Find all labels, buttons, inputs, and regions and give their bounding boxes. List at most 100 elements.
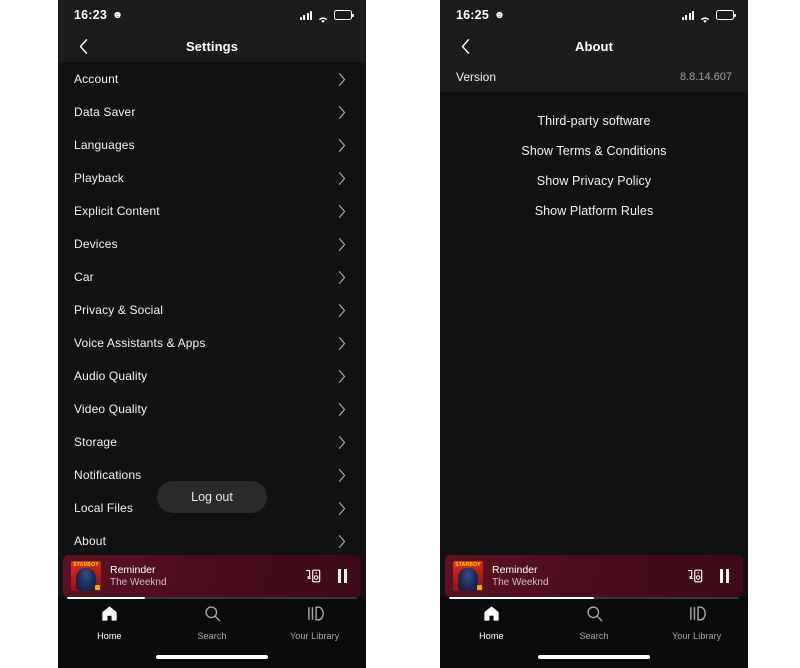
about-link-platform-rules[interactable]: Show Platform Rules xyxy=(440,196,748,226)
tab-your-library-label: Your Library xyxy=(289,631,340,641)
phone-screen-settings: 16:23 ☻ Settings Account Data Saver Lang… xyxy=(58,0,366,668)
tab-your-library[interactable]: Your Library xyxy=(645,604,748,641)
now-playing-controls xyxy=(687,568,734,584)
about-link-terms-conditions[interactable]: Show Terms & Conditions xyxy=(440,136,748,166)
library-icon xyxy=(687,604,707,628)
status-bar: 16:23 ☻ xyxy=(58,0,366,30)
settings-row-label: Devices xyxy=(74,236,118,251)
about-link-privacy-policy[interactable]: Show Privacy Policy xyxy=(440,166,748,196)
playback-progress-bar[interactable] xyxy=(449,597,739,599)
now-playing-artist: The Weeknd xyxy=(110,577,167,588)
settings-row-label: Languages xyxy=(74,137,135,152)
settings-row-languages[interactable]: Languages xyxy=(58,128,366,161)
bottom-tab-bar: Home Search Your Library xyxy=(440,597,748,645)
album-art: STARBOY xyxy=(453,561,483,591)
tab-search-label: Search xyxy=(579,631,609,641)
navigation-header: About xyxy=(440,30,748,62)
back-button[interactable] xyxy=(454,35,476,57)
cellular-signal-icon xyxy=(299,10,312,20)
settings-row-label: Video Quality xyxy=(74,401,148,416)
tab-home[interactable]: Home xyxy=(58,604,161,641)
home-indicator xyxy=(58,645,366,668)
battery-low-icon xyxy=(334,10,354,20)
tab-your-library[interactable]: Your Library xyxy=(263,604,366,641)
now-playing-metadata: Reminder The Weeknd xyxy=(492,564,678,588)
home-icon xyxy=(100,604,119,628)
now-playing-controls xyxy=(305,568,352,584)
smiley-face-icon: ☻ xyxy=(111,8,124,21)
logout-button[interactable]: Log out xyxy=(157,481,267,513)
playback-progress-fill xyxy=(449,597,594,599)
chevron-right-icon xyxy=(338,270,350,284)
cellular-signal-icon xyxy=(681,10,694,20)
status-bar-right xyxy=(299,10,354,23)
chevron-right-icon xyxy=(338,72,350,86)
settings-list: Account Data Saver Languages Playback Ex… xyxy=(58,62,366,555)
wifi-icon xyxy=(699,11,711,23)
bottom-tab-bar: Home Search Your Library xyxy=(58,597,366,645)
status-bar-right xyxy=(681,10,736,23)
settings-row-video-quality[interactable]: Video Quality xyxy=(58,392,366,425)
settings-row-playback[interactable]: Playback xyxy=(58,161,366,194)
now-playing-track-title: Reminder xyxy=(110,564,156,576)
library-icon xyxy=(305,604,325,628)
tab-home-label: Home xyxy=(479,631,504,641)
settings-row-label: Explicit Content xyxy=(74,203,160,218)
tab-home[interactable]: Home xyxy=(440,604,543,641)
status-bar-clock: 16:25 xyxy=(456,8,489,22)
settings-row-data-saver[interactable]: Data Saver xyxy=(58,95,366,128)
about-link-third-party-software[interactable]: Third-party software xyxy=(440,106,748,136)
settings-row-privacy-social[interactable]: Privacy & Social xyxy=(58,293,366,326)
settings-row-label: Playback xyxy=(74,170,124,185)
tab-home-label: Home xyxy=(97,631,122,641)
settings-row-car[interactable]: Car xyxy=(58,260,366,293)
connect-to-device-icon[interactable] xyxy=(687,568,704,584)
settings-row-storage[interactable]: Storage xyxy=(58,425,366,458)
version-value: 8.8.14.607 xyxy=(680,71,732,83)
chevron-right-icon xyxy=(338,336,350,350)
settings-row-label: Data Saver xyxy=(74,104,136,119)
pause-icon[interactable] xyxy=(719,569,729,583)
home-indicator-bar xyxy=(538,654,650,659)
settings-row-voice-assistants[interactable]: Voice Assistants & Apps xyxy=(58,326,366,359)
search-icon xyxy=(585,604,604,628)
settings-row-label: Local Files xyxy=(74,500,134,515)
back-button[interactable] xyxy=(72,35,94,57)
album-art-figure xyxy=(458,567,478,591)
chevron-right-icon xyxy=(338,138,350,152)
screenshot-canvas: 16:23 ☻ Settings Account Data Saver Lang… xyxy=(0,0,800,668)
tab-your-library-label: Your Library xyxy=(671,631,722,641)
settings-row-devices[interactable]: Devices xyxy=(58,227,366,260)
navigation-header: Settings xyxy=(58,30,366,62)
home-icon xyxy=(482,604,501,628)
home-indicator-bar xyxy=(156,654,268,659)
status-bar-clock: 16:23 xyxy=(74,8,107,22)
chevron-right-icon xyxy=(338,435,350,449)
connect-to-device-icon[interactable] xyxy=(305,568,322,584)
settings-row-label: Car xyxy=(74,269,94,284)
settings-row-label: Storage xyxy=(74,434,118,449)
chevron-right-icon xyxy=(338,534,350,548)
playback-progress-bar[interactable] xyxy=(67,597,357,599)
wifi-icon xyxy=(317,11,329,23)
pause-icon[interactable] xyxy=(337,569,347,583)
about-content: Version 8.8.14.607 Third-party software … xyxy=(440,62,748,555)
settings-row-label: Notifications xyxy=(74,467,142,482)
settings-row-explicit-content[interactable]: Explicit Content xyxy=(58,194,366,227)
chevron-right-icon xyxy=(338,402,350,416)
tab-search[interactable]: Search xyxy=(161,604,264,641)
album-art: STARBOY xyxy=(71,561,101,591)
page-title: About xyxy=(574,38,614,54)
settings-row-label: Account xyxy=(74,71,119,86)
chevron-right-icon xyxy=(338,501,350,515)
settings-row-about[interactable]: About xyxy=(58,524,366,555)
status-bar: 16:25 ☻ xyxy=(440,0,748,30)
now-playing-artist: The Weeknd xyxy=(492,577,549,588)
now-playing-bar[interactable]: STARBOY Reminder The Weeknd xyxy=(63,555,361,599)
page-title: Settings xyxy=(185,38,239,54)
album-art-badge xyxy=(476,584,482,590)
tab-search[interactable]: Search xyxy=(543,604,646,641)
now-playing-bar[interactable]: STARBOY Reminder The Weeknd xyxy=(445,555,743,599)
settings-row-audio-quality[interactable]: Audio Quality xyxy=(58,359,366,392)
settings-row-account[interactable]: Account xyxy=(58,62,366,95)
